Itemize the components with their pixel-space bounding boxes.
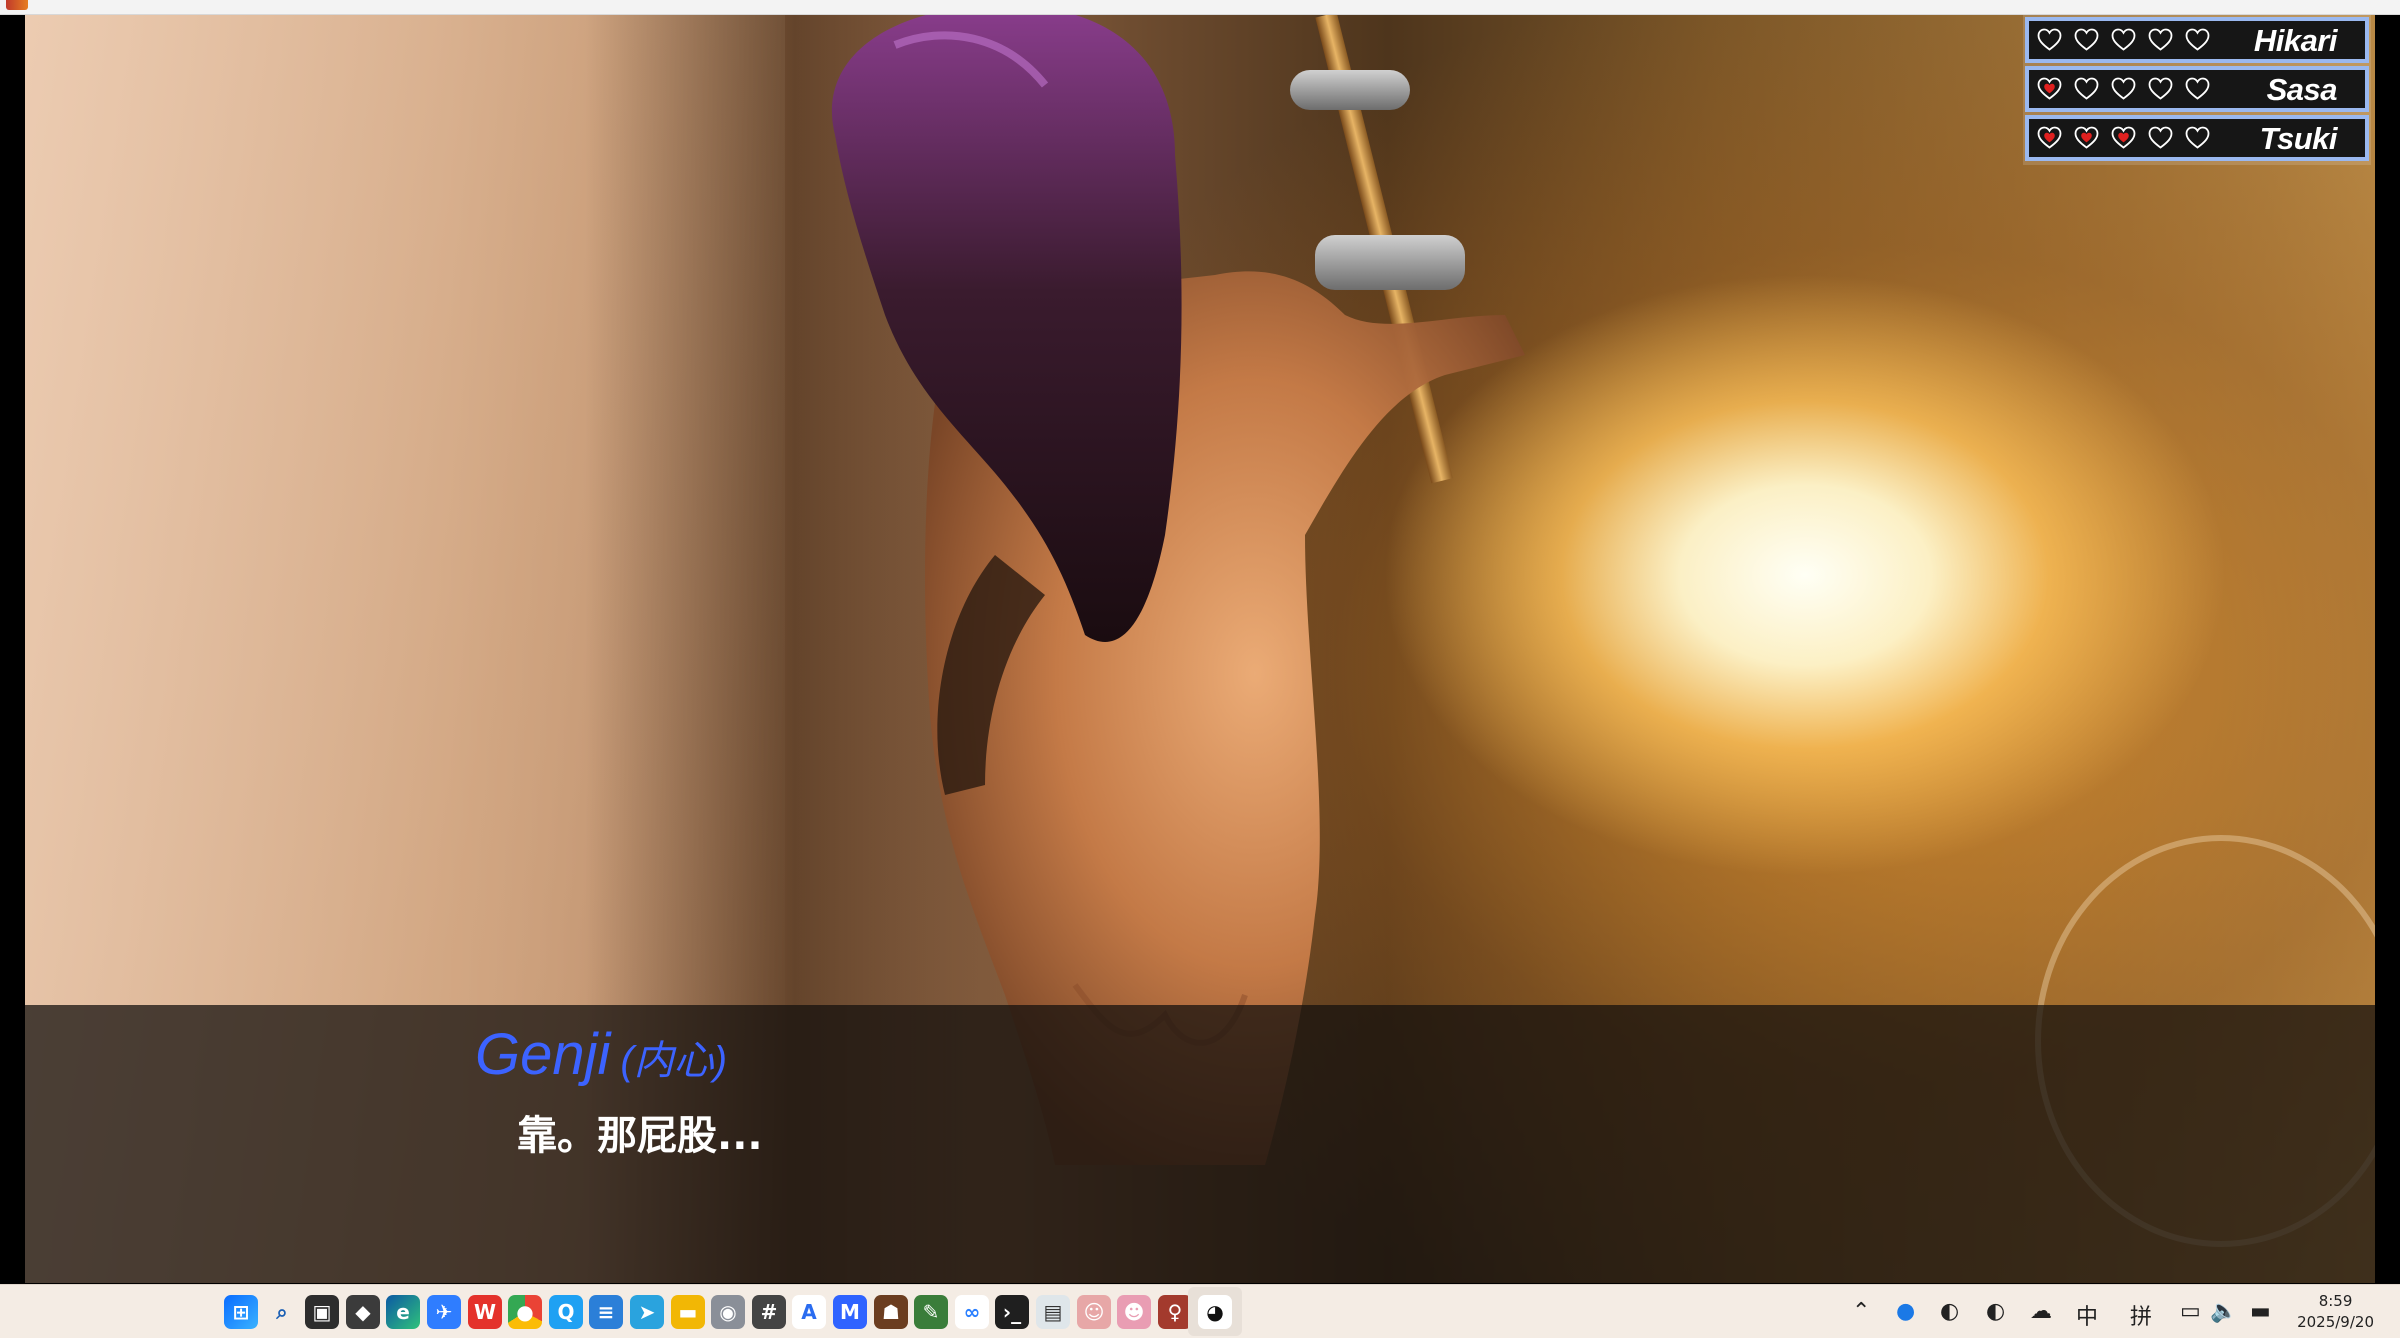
tray-qq2-icon[interactable]: ◐ [1986,1299,2005,1324]
heart-empty-icon [2074,28,2099,51]
game-icon-3[interactable]: ☺ [1077,1295,1111,1329]
heart-list [2037,76,2210,101]
affection-row-tsuki: Tsuki [2025,115,2369,161]
grid-tool-icon[interactable]: # [752,1295,786,1329]
terminal-icon[interactable]: ›_ [995,1295,1029,1329]
heart-empty-icon [2037,28,2062,51]
heart-empty-icon [2074,77,2099,100]
network-icon[interactable]: ▭ [2180,1299,2201,1324]
wps-icon[interactable]: W [468,1295,502,1329]
heart-empty-icon [2148,77,2173,100]
volume-icon[interactable]: 🔈 [2210,1299,2237,1324]
speaker-name: Genji (内心) [475,1021,727,1088]
unity-icon[interactable]: ◆ [346,1295,380,1329]
heart-filled-icon [2111,126,2136,149]
heart-empty-icon [2185,77,2210,100]
window-titlebar [0,0,2400,15]
heart-empty-icon [2111,28,2136,51]
windows-start-icon[interactable]: ⊞ [224,1295,258,1329]
dialogue-text: 靠。那屁股... [517,1113,763,1159]
game-icon-4[interactable]: ☻ [1117,1295,1151,1329]
heart-empty-icon [2111,77,2136,100]
qq-browser-icon[interactable]: Q [549,1295,583,1329]
speaker-note: (内心) [620,1039,728,1083]
feishu-icon[interactable]: ✈ [427,1295,461,1329]
file-explorer-icon[interactable]: ▬ [671,1295,705,1329]
photo-viewer-icon[interactable]: ◉ [711,1295,745,1329]
search-icon[interactable]: ⌕ [265,1295,299,1329]
tray-app-icon[interactable]: ● [1896,1299,1915,1324]
dialogue-box[interactable]: Genji (内心) 靠。那屁股... [25,1005,2375,1283]
telegram-icon[interactable]: ➤ [630,1295,664,1329]
tray-overflow-chevron-icon[interactable]: ⌃ [1852,1299,1870,1324]
chrome-icon[interactable]: ● [508,1295,542,1329]
speaker-label: Genji [475,1022,611,1087]
tray-qq-icon[interactable]: ◐ [1940,1299,1959,1324]
game-icon-5[interactable]: ♀ [1158,1295,1192,1329]
windows-taskbar: ⌃ ● ◐ ◐ ☁ 中 拼 ▭ 🔈 ▬ 8:59 2025/9/20 ⊞ ⌕ ▣ ◆ e… [0,1284,2400,1338]
ime-mode[interactable]: 拼 [2130,1299,2152,1331]
system-clock[interactable]: 8:59 2025/9/20 [2297,1291,2374,1333]
affection-row-sasa: Sasa [2025,66,2369,112]
character-name: Sasa [2266,72,2338,107]
heart-filled-icon [2037,126,2062,149]
clock-date: 2025/9/20 [2297,1313,2374,1331]
game-icon-1[interactable]: ☗ [874,1295,908,1329]
translate-icon[interactable]: A [792,1295,826,1329]
heart-empty-icon [2148,126,2173,149]
notepad-icon[interactable]: ≡ [589,1295,623,1329]
edge-icon[interactable]: e [386,1295,420,1329]
window-app-icon[interactable]: ▤ [1036,1295,1070,1329]
heart-list [2037,27,2210,52]
heart-filled-icon [2074,126,2099,149]
ime-language[interactable]: 中 [2076,1299,2098,1331]
battery-icon[interactable]: ▬ [2250,1299,2271,1324]
heart-empty-icon [2185,28,2210,51]
qq-icon[interactable]: ◕ [1198,1295,1232,1329]
character-name: Hikari [2253,23,2338,58]
task-view-icon[interactable]: ▣ [305,1295,339,1329]
baidu-netdisk-icon[interactable]: ∞ [955,1295,989,1329]
heart-empty-icon [2185,126,2210,149]
heart-list [2037,125,2210,150]
affection-row-hikari: Hikari [2025,17,2369,63]
heart-empty-icon [2148,28,2173,51]
clock-time: 8:59 [2318,1292,2353,1310]
tray-cloud-icon[interactable]: ☁ [2030,1299,2052,1324]
game-scene[interactable]: Genji (内心) 靠。那屁股... Hikari Sasa Tsuki [25,15,2375,1283]
app-icon [6,0,28,10]
character-name: Tsuki [2259,121,2338,156]
affection-panel: Hikari Sasa Tsuki [2023,15,2371,165]
maxthon-icon[interactable]: M [833,1295,867,1329]
game-icon-2[interactable]: ✎ [914,1295,948,1329]
heart-filled-icon [2037,77,2062,100]
